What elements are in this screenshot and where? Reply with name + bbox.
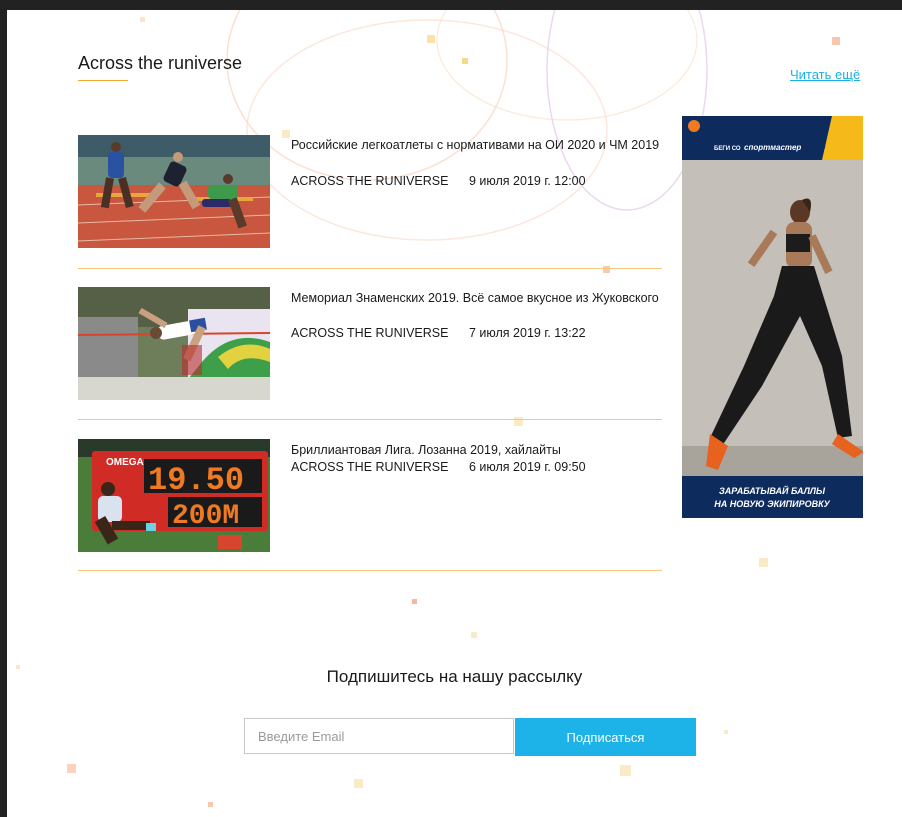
ad-bottom-line2: НА НОВУЮ ЭКИПИРОВКУ: [714, 499, 830, 509]
ad-brand-top: БЕГИ СО: [714, 146, 741, 152]
confetti-square: [412, 599, 417, 604]
news-thumbnail-scoreboard[interactable]: OMEGA 19.50 200M: [78, 439, 270, 552]
news-item[interactable]: OMEGA 19.50 200M Бриллиантовая Лига. Лоз…: [78, 420, 662, 571]
scoreboard-distance: 200M: [172, 501, 239, 532]
news-item[interactable]: Мемориал Знаменских 2019. Всё самое вкус…: [78, 269, 662, 420]
news-source: ACROSS THE RUNIVERSE: [291, 460, 449, 474]
news-title[interactable]: Мемориал Знаменских 2019. Всё самое вкус…: [291, 289, 661, 307]
confetti-square: [427, 35, 435, 43]
subscribe-button[interactable]: Подписаться: [515, 718, 696, 756]
confetti-square: [140, 17, 145, 22]
news-thumbnail-high-jump[interactable]: [78, 287, 270, 400]
newsletter-title: Подпишитесь на нашу рассылку: [326, 667, 583, 686]
news-meta: ACROSS THE RUNIVERSE 7 июля 2019 г. 13:22: [291, 326, 586, 340]
confetti-square: [208, 802, 213, 807]
confetti-square: [832, 37, 840, 45]
section-title: Across the runiverse: [78, 53, 243, 73]
news-thumbnail-hurdles[interactable]: [78, 135, 270, 248]
confetti-square: [462, 58, 468, 64]
news-item[interactable]: Российские легкоатлеты с нормативами на …: [78, 118, 662, 269]
ad-brand-name: спортмастер: [744, 143, 801, 152]
confetti-square: [67, 764, 76, 773]
news-title[interactable]: Российские легкоатлеты с нормативами на …: [291, 136, 661, 154]
news-title[interactable]: Бриллиантовая Лига. Лозанна 2019, хайлай…: [291, 441, 661, 459]
news-date: 9 июля 2019 г. 12:00: [469, 174, 586, 188]
ad-banner[interactable]: БЕГИ СО спортмастер PRO ЗАРАБАТЫВАЙ БАЛЛ…: [682, 116, 863, 518]
title-underline: [78, 80, 128, 81]
scoreboard-time: 19.50: [148, 462, 244, 499]
news-date: 7 июля 2019 г. 13:22: [469, 326, 586, 340]
news-date: 6 июля 2019 г. 09:50: [469, 460, 586, 474]
read-more-link[interactable]: Читать ещё: [790, 67, 860, 82]
news-source: ACROSS THE RUNIVERSE: [291, 326, 449, 340]
confetti-square: [471, 632, 477, 638]
page: Across the runiverse Читать ещё Российск…: [7, 10, 902, 817]
news-source: ACROSS THE RUNIVERSE: [291, 174, 449, 188]
ad-bottom-line1: ЗАРАБАТЫВАЙ БАЛЛЫ: [719, 485, 826, 496]
ad-brand-pro: PRO: [808, 143, 826, 152]
confetti-square: [724, 730, 728, 734]
confetti-square: [759, 558, 768, 567]
news-meta: ACROSS THE RUNIVERSE 9 июля 2019 г. 12:00: [291, 174, 586, 188]
news-meta: ACROSS THE RUNIVERSE 6 июля 2019 г. 09:50: [291, 460, 586, 474]
scoreboard-brand: OMEGA: [106, 457, 144, 468]
email-field[interactable]: [244, 718, 514, 754]
confetti-square: [354, 779, 363, 788]
confetti-square: [620, 765, 631, 776]
